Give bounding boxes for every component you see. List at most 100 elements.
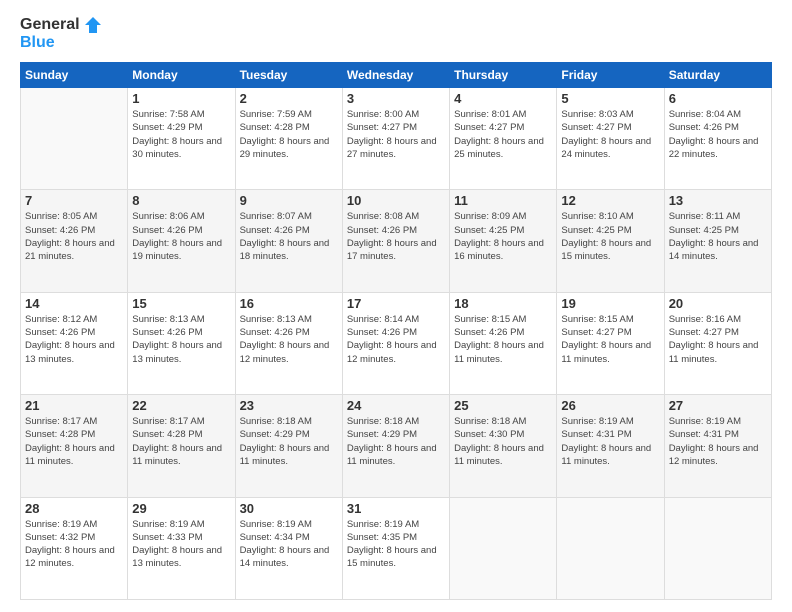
calendar-cell: 16Sunrise: 8:13 AMSunset: 4:26 PMDayligh… <box>235 292 342 394</box>
calendar-week-row: 21Sunrise: 8:17 AMSunset: 4:28 PMDayligh… <box>21 395 772 497</box>
weekday-header-monday: Monday <box>128 63 235 88</box>
calendar-cell: 30 Sunrise: 8:19 AMSunset: 4:34 PMDayligh… <box>235 497 342 599</box>
day-info: Sunrise: 8:14 AMSunset: 4:26 PMDaylight:… <box>347 313 445 366</box>
calendar-cell: 5Sunrise: 8:03 AMSunset: 4:27 PMDaylight… <box>557 88 664 190</box>
weekday-header-row: SundayMondayTuesdayWednesdayThursdayFrid… <box>21 63 772 88</box>
day-number: 13 <box>669 193 767 208</box>
calendar-cell: 19Sunrise: 8:15 AMSunset: 4:27 PMDayligh… <box>557 292 664 394</box>
calendar-cell: 24 Sunrise: 8:18 AMSunset: 4:29 PMDayligh… <box>342 395 449 497</box>
day-info: Sunrise: 7:58 AMSunset: 4:29 PMDaylight:… <box>132 108 230 161</box>
day-number: 19 <box>561 296 659 311</box>
day-info: Sunrise: 8:09 AMSunset: 4:25 PMDaylight:… <box>454 210 552 263</box>
calendar-cell: 3 Sunrise: 8:00 AMSunset: 4:27 PMDaylight… <box>342 88 449 190</box>
calendar-cell: 11 Sunrise: 8:09 AMSunset: 4:25 PMDayligh… <box>450 190 557 292</box>
day-number: 18 <box>454 296 552 311</box>
day-info: Sunrise: 8:19 AMSunset: 4:34 PMDaylight:… <box>240 518 338 571</box>
calendar-cell: 8 Sunrise: 8:06 AMSunset: 4:26 PMDaylight… <box>128 190 235 292</box>
day-number: 10 <box>347 193 445 208</box>
weekday-header-sunday: Sunday <box>21 63 128 88</box>
day-info: Sunrise: 8:06 AMSunset: 4:26 PMDaylight:… <box>132 210 230 263</box>
day-number: 27 <box>669 398 767 413</box>
calendar-cell: 14Sunrise: 8:12 AMSunset: 4:26 PMDayligh… <box>21 292 128 394</box>
logo: General Blue <box>20 16 101 52</box>
day-info: Sunrise: 8:07 AMSunset: 4:26 PMDaylight:… <box>240 210 338 263</box>
weekday-header-tuesday: Tuesday <box>235 63 342 88</box>
calendar-cell <box>557 497 664 599</box>
calendar-cell: 25 Sunrise: 8:18 AMSunset: 4:30 PMDayligh… <box>450 395 557 497</box>
calendar-cell: 29Sunrise: 8:19 AMSunset: 4:33 PMDayligh… <box>128 497 235 599</box>
day-info: Sunrise: 8:19 AMSunset: 4:35 PMDaylight:… <box>347 518 445 571</box>
day-info: Sunrise: 8:00 AMSunset: 4:27 PMDaylight:… <box>347 108 445 161</box>
day-number: 20 <box>669 296 767 311</box>
calendar-cell: 7 Sunrise: 8:05 AMSunset: 4:26 PMDaylight… <box>21 190 128 292</box>
day-info: Sunrise: 8:19 AMSunset: 4:33 PMDaylight:… <box>132 518 230 571</box>
calendar-cell: 26 Sunrise: 8:19 AMSunset: 4:31 PMDayligh… <box>557 395 664 497</box>
day-number: 22 <box>132 398 230 413</box>
day-info: Sunrise: 8:18 AMSunset: 4:29 PMDaylight:… <box>347 415 445 468</box>
day-number: 15 <box>132 296 230 311</box>
logo-general-text: General <box>20 16 80 34</box>
day-info: Sunrise: 8:10 AMSunset: 4:25 PMDaylight:… <box>561 210 659 263</box>
day-number: 24 <box>347 398 445 413</box>
day-info: Sunrise: 8:15 AMSunset: 4:26 PMDaylight:… <box>454 313 552 366</box>
calendar-cell: 10Sunrise: 8:08 AMSunset: 4:26 PMDayligh… <box>342 190 449 292</box>
day-info: Sunrise: 8:18 AMSunset: 4:29 PMDaylight:… <box>240 415 338 468</box>
day-info: Sunrise: 8:05 AMSunset: 4:26 PMDaylight:… <box>25 210 123 263</box>
calendar-table: SundayMondayTuesdayWednesdayThursdayFrid… <box>20 62 772 600</box>
day-number: 5 <box>561 91 659 106</box>
calendar-cell: 4 Sunrise: 8:01 AMSunset: 4:27 PMDaylight… <box>450 88 557 190</box>
calendar-cell: 13 Sunrise: 8:11 AMSunset: 4:25 PMDayligh… <box>664 190 771 292</box>
day-info: Sunrise: 8:13 AMSunset: 4:26 PMDaylight:… <box>132 313 230 366</box>
page: General Blue SundayMondayTuesdayWednesda… <box>0 0 792 612</box>
day-info: Sunrise: 8:16 AMSunset: 4:27 PMDaylight:… <box>669 313 767 366</box>
day-number: 6 <box>669 91 767 106</box>
calendar-cell: 15 Sunrise: 8:13 AMSunset: 4:26 PMDayligh… <box>128 292 235 394</box>
day-number: 31 <box>347 501 445 516</box>
calendar-cell: 20 Sunrise: 8:16 AMSunset: 4:27 PMDayligh… <box>664 292 771 394</box>
calendar-cell: 22 Sunrise: 8:17 AMSunset: 4:28 PMDayligh… <box>128 395 235 497</box>
day-info: Sunrise: 8:01 AMSunset: 4:27 PMDaylight:… <box>454 108 552 161</box>
day-info: Sunrise: 8:04 AMSunset: 4:26 PMDaylight:… <box>669 108 767 161</box>
day-number: 17 <box>347 296 445 311</box>
calendar-cell: 23 Sunrise: 8:18 AMSunset: 4:29 PMDayligh… <box>235 395 342 497</box>
day-number: 12 <box>561 193 659 208</box>
calendar-cell: 1 Sunrise: 7:58 AMSunset: 4:29 PMDaylight… <box>128 88 235 190</box>
day-number: 3 <box>347 91 445 106</box>
day-number: 16 <box>240 296 338 311</box>
day-info: Sunrise: 8:11 AMSunset: 4:25 PMDaylight:… <box>669 210 767 263</box>
day-number: 25 <box>454 398 552 413</box>
weekday-header-friday: Friday <box>557 63 664 88</box>
day-number: 1 <box>132 91 230 106</box>
calendar-cell <box>450 497 557 599</box>
day-info: Sunrise: 7:59 AMSunset: 4:28 PMDaylight:… <box>240 108 338 161</box>
weekday-header-wednesday: Wednesday <box>342 63 449 88</box>
day-number: 4 <box>454 91 552 106</box>
day-info: Sunrise: 8:19 AMSunset: 4:31 PMDaylight:… <box>561 415 659 468</box>
calendar-cell: 18 Sunrise: 8:15 AMSunset: 4:26 PMDayligh… <box>450 292 557 394</box>
day-number: 2 <box>240 91 338 106</box>
day-number: 28 <box>25 501 123 516</box>
day-number: 11 <box>454 193 552 208</box>
day-number: 14 <box>25 296 123 311</box>
day-info: Sunrise: 8:17 AMSunset: 4:28 PMDaylight:… <box>132 415 230 468</box>
calendar-cell <box>21 88 128 190</box>
weekday-header-saturday: Saturday <box>664 63 771 88</box>
logo-arrow-icon <box>83 16 101 34</box>
calendar-cell <box>664 497 771 599</box>
calendar-cell: 28 Sunrise: 8:19 AMSunset: 4:32 PMDayligh… <box>21 497 128 599</box>
calendar-week-row: 14Sunrise: 8:12 AMSunset: 4:26 PMDayligh… <box>21 292 772 394</box>
calendar-cell: 31 Sunrise: 8:19 AMSunset: 4:35 PMDayligh… <box>342 497 449 599</box>
day-number: 23 <box>240 398 338 413</box>
day-info: Sunrise: 8:19 AMSunset: 4:32 PMDaylight:… <box>25 518 123 571</box>
calendar-cell: 27Sunrise: 8:19 AMSunset: 4:31 PMDayligh… <box>664 395 771 497</box>
calendar-week-row: 28 Sunrise: 8:19 AMSunset: 4:32 PMDayligh… <box>21 497 772 599</box>
day-number: 26 <box>561 398 659 413</box>
day-number: 8 <box>132 193 230 208</box>
day-number: 30 <box>240 501 338 516</box>
day-number: 7 <box>25 193 123 208</box>
logo-blue-text: Blue <box>20 34 55 52</box>
day-number: 9 <box>240 193 338 208</box>
day-info: Sunrise: 8:17 AMSunset: 4:28 PMDaylight:… <box>25 415 123 468</box>
day-info: Sunrise: 8:18 AMSunset: 4:30 PMDaylight:… <box>454 415 552 468</box>
calendar-cell: 12 Sunrise: 8:10 AMSunset: 4:25 PMDayligh… <box>557 190 664 292</box>
